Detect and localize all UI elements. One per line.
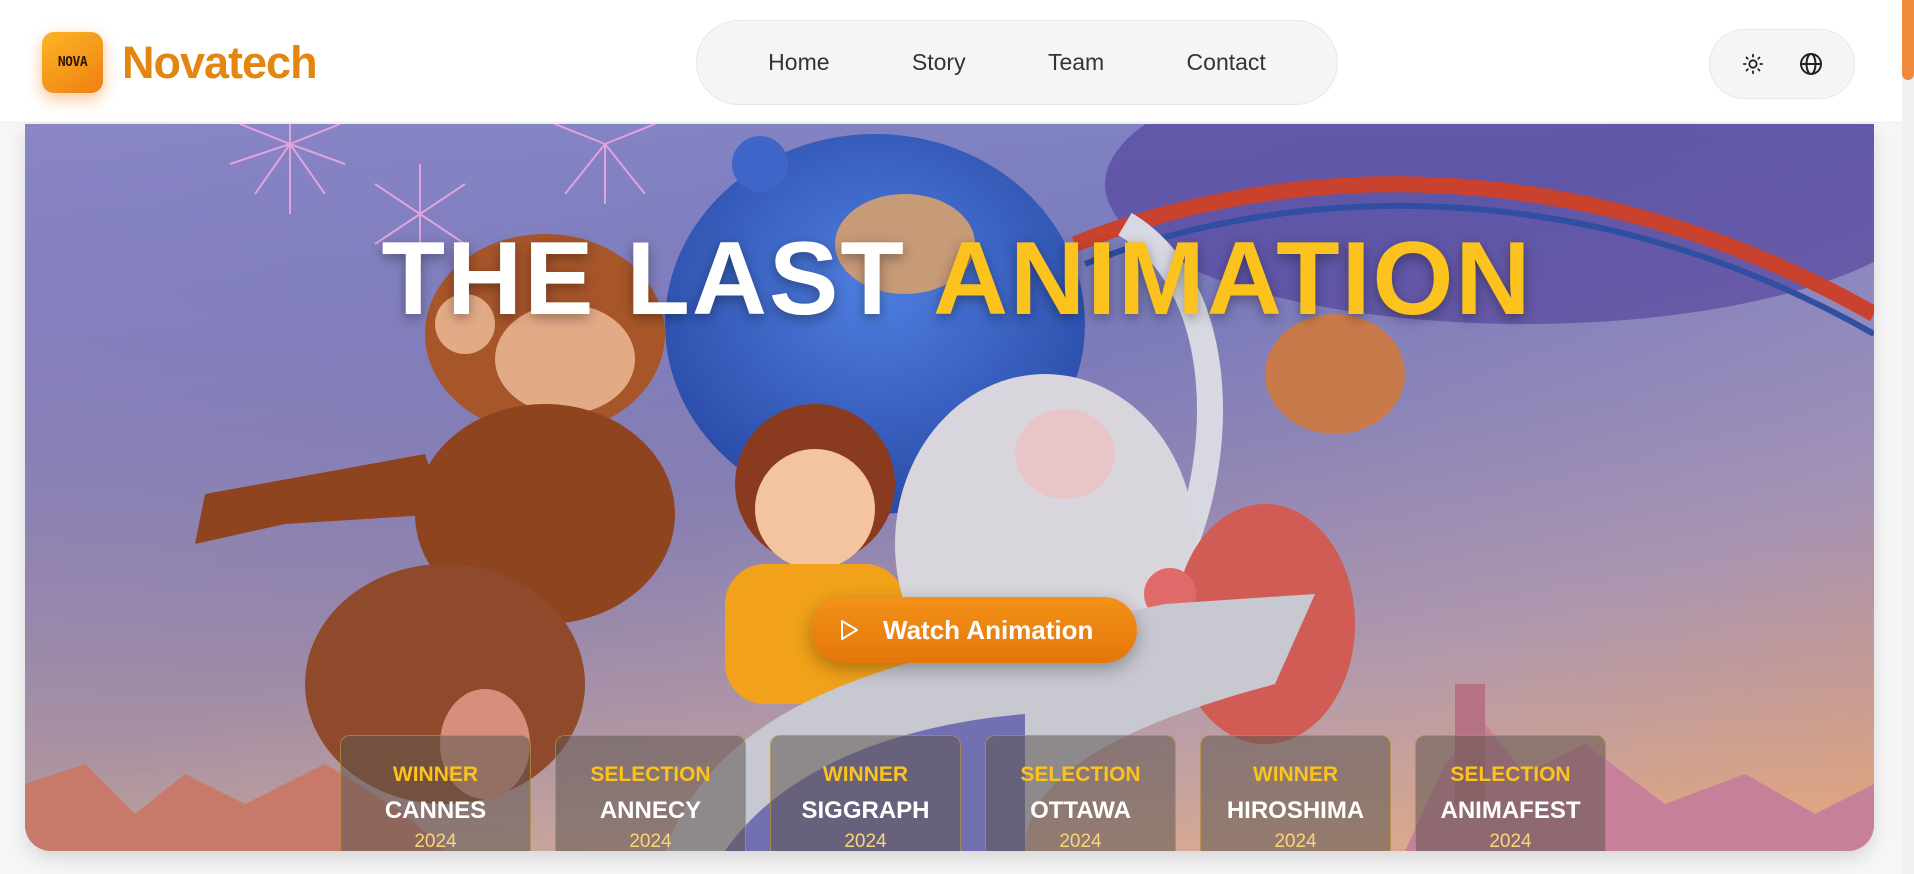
award-festival: CANNES [384, 796, 487, 824]
award-festival: ANIMAFEST [1440, 796, 1581, 824]
award-status: WINNER [392, 762, 479, 786]
nav-contact[interactable]: Contact [1181, 41, 1272, 84]
award-festival: SIGGRAPH [801, 796, 930, 824]
watch-animation-button[interactable]: Watch Animation [811, 597, 1137, 663]
award-festival: HIROSHIMA [1226, 796, 1365, 824]
award-festival: OTTAWA [1030, 796, 1131, 824]
award-status: SELECTION [1020, 762, 1141, 786]
nav-team[interactable]: Team [1042, 41, 1110, 84]
hero-section: THE LAST ANIMATION Watch Animation WINNE… [25, 124, 1874, 851]
logo-link[interactable]: NOVA Novatech [42, 32, 318, 93]
award-year: 2024 [844, 830, 887, 852]
nav-story[interactable]: Story [906, 41, 972, 84]
header-tools [1709, 29, 1855, 99]
award-card: SELECTION ANNECY 2024 [555, 735, 746, 851]
language-button[interactable] [1791, 44, 1831, 84]
award-card: WINNER SIGGRAPH 2024 [770, 735, 961, 851]
award-year: 2024 [1059, 830, 1102, 852]
award-status: WINNER [822, 762, 909, 786]
sun-icon [1742, 53, 1764, 75]
scrollbar-thumb[interactable] [1902, 0, 1914, 80]
award-festival: ANNECY [599, 796, 702, 824]
award-year: 2024 [629, 830, 672, 852]
awards-list: WINNER CANNES 2024 SELECTION ANNECY 2024… [340, 735, 1606, 851]
nav-home[interactable]: Home [762, 41, 835, 84]
theme-toggle-button[interactable] [1733, 44, 1773, 84]
award-card: WINNER CANNES 2024 [340, 735, 531, 851]
watch-animation-label: Watch Animation [883, 614, 1094, 645]
award-card: SELECTION OTTAWA 2024 [985, 735, 1176, 851]
hero-title-main: THE LAST [381, 221, 906, 337]
page-scrollbar[interactable] [1902, 0, 1914, 874]
site-header: NOVA Novatech Home Story Team Contact [0, 0, 1902, 123]
award-year: 2024 [1489, 830, 1532, 852]
award-status: SELECTION [590, 762, 711, 786]
award-year: 2024 [414, 830, 457, 852]
award-year: 2024 [1274, 830, 1317, 852]
brand-name: Novatech [122, 36, 318, 88]
award-status: WINNER [1252, 762, 1339, 786]
award-card: SELECTION ANIMAFEST 2024 [1415, 735, 1606, 851]
main-nav: Home Story Team Contact [696, 20, 1338, 105]
hero-title-accent: ANIMATION [932, 221, 1533, 337]
hero-title: THE LAST ANIMATION [25, 220, 1874, 339]
award-card: WINNER HIROSHIMA 2024 [1200, 735, 1391, 851]
award-status: SELECTION [1450, 762, 1571, 786]
logo-badge: NOVA [42, 32, 103, 93]
globe-icon [1800, 53, 1822, 75]
logo-text: NOVA [57, 55, 88, 70]
play-icon [841, 620, 858, 640]
